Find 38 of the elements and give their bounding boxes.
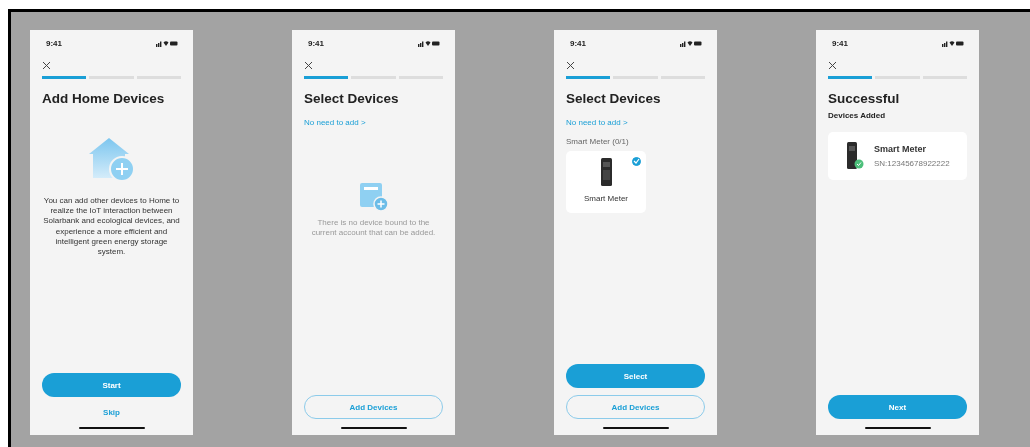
status-icons: [680, 39, 702, 47]
description-text: You can add other devices to Home to realize the IoT interaction between Solarbank and ecological devices, and experience a more efficient and intelligent green energy storage system.: [42, 195, 181, 258]
screen-title: Add Home Devices: [42, 90, 166, 106]
status-time: 9:41: [46, 38, 62, 48]
status-time: 9:41: [832, 38, 848, 48]
section-label: Smart Meter (0/1): [566, 136, 630, 146]
serial-number: SN:12345678922222: [874, 158, 950, 168]
device-card[interactable]: Smart Meter: [566, 150, 646, 213]
status-icons: [156, 39, 178, 47]
add-list-icon: [358, 181, 389, 212]
device-name: Smart Meter: [584, 193, 628, 203]
close-icon[interactable]: [42, 61, 51, 70]
select-checkbox[interactable]: [632, 156, 641, 166]
primary-button[interactable]: Select: [566, 364, 705, 388]
device-name: Smart Meter: [874, 143, 928, 154]
home-indicator: [78, 427, 145, 429]
screen-title: Select Devices: [304, 90, 400, 106]
status-icons: [942, 39, 964, 47]
home-indicator: [864, 427, 931, 429]
screen-title: Successful: [828, 90, 901, 106]
home-indicator: [602, 427, 669, 429]
no-need-link[interactable]: No need to add >: [304, 117, 443, 127]
meter-icon: [600, 157, 612, 186]
close-icon[interactable]: [566, 61, 575, 70]
empty-message: There is no device bound to the current account that can be added.: [310, 217, 437, 239]
primary-button[interactable]: Start: [42, 373, 181, 397]
home-indicator: [340, 427, 407, 429]
meter-check-icon: [846, 141, 864, 170]
screen-title: Select Devices: [566, 90, 662, 106]
close-icon[interactable]: [828, 61, 837, 70]
screen-subtitle: Devices Added: [828, 110, 887, 120]
status-time: 9:41: [308, 38, 324, 48]
status-icons: [418, 39, 440, 47]
status-time: 9:41: [570, 38, 586, 48]
close-icon[interactable]: [304, 61, 313, 70]
skip-link[interactable]: Skip: [42, 405, 181, 419]
primary-button[interactable]: Next: [828, 395, 967, 419]
no-need-link[interactable]: No need to add >: [566, 117, 705, 127]
